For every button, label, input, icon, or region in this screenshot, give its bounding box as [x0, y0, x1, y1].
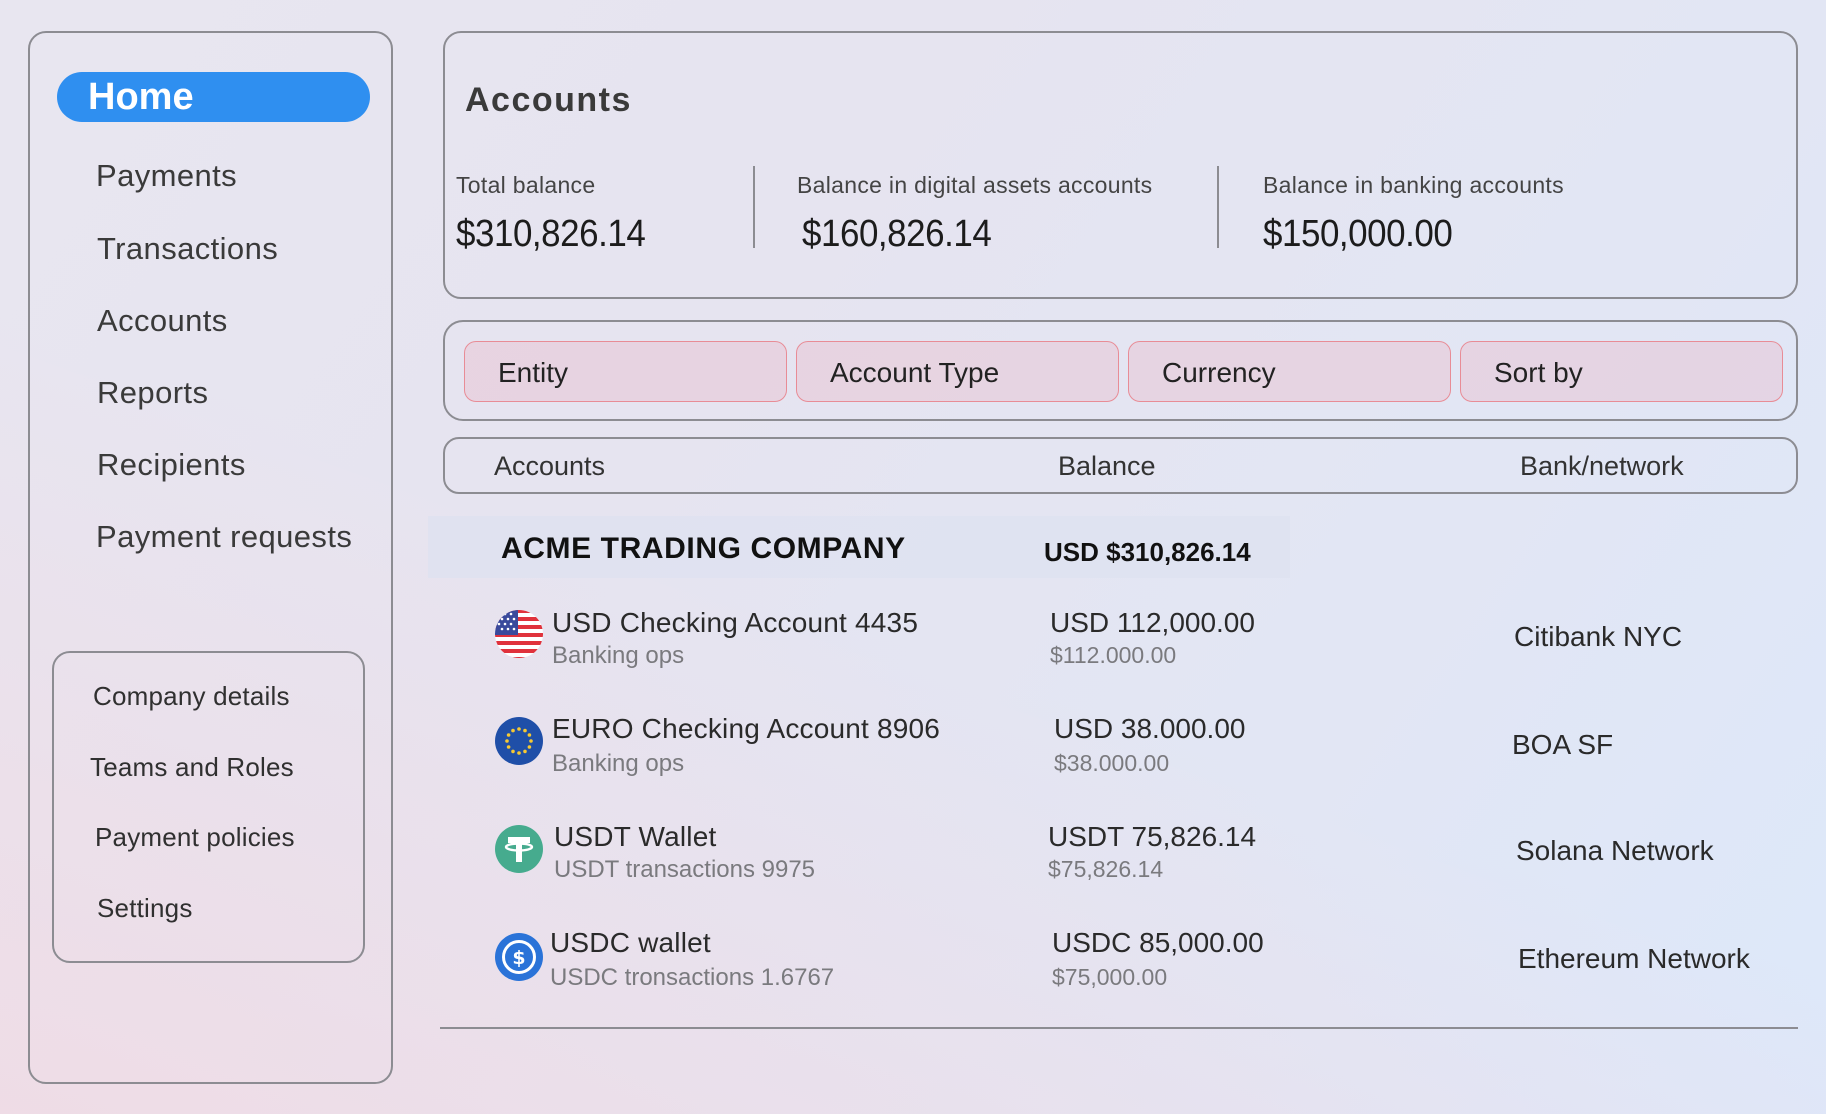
account-name[interactable]: USDT Wallet — [554, 821, 716, 853]
account-balance-usd: $38.000.00 — [1054, 750, 1170, 776]
filter-entity[interactable]: Entity — [464, 341, 787, 402]
stat-label: Total balance — [456, 172, 596, 198]
eu-flag-icon — [495, 717, 543, 765]
stat-total-balance: Total balance $310,826.14 — [456, 172, 662, 256]
account-balance: USDC 85,000.00 — [1052, 927, 1264, 958]
table-header: Accounts Balance Bank/network — [443, 437, 1798, 494]
column-header-balance[interactable]: Balance — [1058, 451, 1156, 482]
account-subtitle: USDT transactions 9975 — [554, 856, 816, 883]
filter-sort-by[interactable]: Sort by — [1460, 341, 1783, 402]
company-total-balance: USD $310,826.14 — [1044, 537, 1251, 567]
filter-currency[interactable]: Currency — [1128, 341, 1451, 402]
account-name[interactable]: USD Checking Account 4435 — [552, 607, 918, 639]
stat-divider — [753, 166, 755, 248]
nav-payment-policies[interactable]: Payment policies — [95, 822, 295, 853]
column-header-accounts[interactable]: Accounts — [494, 451, 605, 482]
stat-value: $150,000.00 — [1263, 213, 1453, 255]
nav-accounts[interactable]: Accounts — [97, 303, 228, 339]
filter-account-type[interactable]: Account Type — [796, 341, 1119, 402]
tether-icon — [495, 825, 543, 873]
account-balance-usd: $75,826.14 — [1048, 856, 1164, 882]
account-name[interactable]: EURO Checking Account 8906 — [552, 713, 940, 745]
column-header-bank-network[interactable]: Bank/network — [1520, 451, 1684, 482]
stat-banking-balance: Balance in banking accounts $150,000.00 — [1263, 172, 1564, 256]
stat-value: $160,826.14 — [802, 213, 992, 255]
stat-digital-assets-balance: Balance in digital assets accounts $160,… — [797, 172, 1152, 256]
stat-label: Balance in digital assets accounts — [797, 172, 1153, 198]
account-bank: Solana Network — [1516, 835, 1714, 866]
nav-transactions[interactable]: Transactions — [97, 231, 278, 267]
us-flag-icon — [495, 610, 543, 658]
nav-payment-requests[interactable]: Payment requests — [96, 519, 352, 555]
account-bank: BOA SF — [1512, 729, 1614, 760]
account-balance: USD 112,000.00 — [1050, 607, 1255, 638]
table-bottom-divider — [440, 1027, 1798, 1029]
page-title: Accounts — [465, 81, 632, 119]
account-subtitle: Banking ops — [552, 750, 685, 777]
nav-reports[interactable]: Reports — [97, 375, 208, 411]
account-bank: Citibank NYC — [1514, 621, 1683, 652]
nav-recipients[interactable]: Recipients — [97, 447, 246, 483]
stat-divider — [1217, 166, 1219, 248]
stat-value: $310,826.14 — [456, 213, 646, 255]
accounts-summary-card: Accounts Total balance $310,826.14 Balan… — [443, 31, 1798, 299]
company-name: ACME TRADING COMPANY — [501, 532, 906, 565]
account-balance-usd: $75,000.00 — [1052, 964, 1168, 990]
nav-settings[interactable]: Settings — [97, 893, 193, 924]
account-balance-usd: $112.000.00 — [1050, 642, 1177, 668]
account-bank: Ethereum Network — [1518, 943, 1750, 974]
stat-label: Balance in banking accounts — [1263, 172, 1564, 198]
account-subtitle: Banking ops — [552, 642, 685, 669]
settings-menu: Company details Teams and Roles Payment … — [52, 651, 365, 963]
nav-teams-and-roles[interactable]: Teams and Roles — [90, 752, 294, 783]
account-balance: USDT 75,826.14 — [1048, 821, 1257, 852]
nav-home[interactable]: Home — [57, 72, 370, 122]
nav-payments[interactable]: Payments — [96, 158, 237, 194]
account-subtitle: USDC tronsactions 1.6767 — [550, 964, 835, 991]
sidebar: Home Payments Transactions Accounts Repo… — [28, 31, 393, 1084]
nav-company-details[interactable]: Company details — [93, 681, 290, 712]
usdc-icon: $ — [495, 933, 543, 981]
account-balance: USD 38.000.00 — [1054, 713, 1246, 744]
account-name[interactable]: USDC wallet — [550, 927, 711, 959]
filter-bar: Entity Account Type Currency Sort by — [443, 320, 1798, 421]
svg-text:$: $ — [512, 947, 525, 969]
